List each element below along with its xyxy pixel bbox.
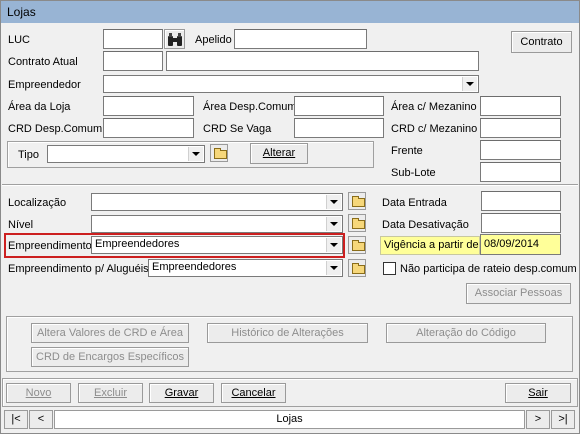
alterar-button[interactable]: Alterar xyxy=(250,143,308,164)
apelido-input[interactable] xyxy=(234,29,367,49)
binoculars-search-button[interactable] xyxy=(164,29,185,49)
first-record-button[interactable]: |< xyxy=(4,410,28,429)
contrato-button[interactable]: Contrato xyxy=(511,31,572,53)
area-desp-comum-input[interactable] xyxy=(294,96,384,116)
tipo-folder-button[interactable] xyxy=(210,144,228,162)
localizacao-select[interactable] xyxy=(91,193,343,211)
data-entrada-input[interactable] xyxy=(481,191,561,211)
historico-button[interactable]: Histórico de Alterações xyxy=(207,323,368,343)
crd-desp-comum-label: CRD Desp.Comum xyxy=(8,123,103,135)
next-record-button[interactable]: > xyxy=(526,410,550,429)
empreendimento-select[interactable]: Empreendedores xyxy=(91,236,343,254)
data-entrada-label: Data Entrada xyxy=(382,197,447,209)
nao-participa-label: Não participa de rateio desp.comum xyxy=(400,263,577,275)
apelido-label: Apelido xyxy=(195,34,232,46)
form-divider xyxy=(2,184,578,186)
contrato-atual-input[interactable] xyxy=(103,51,163,71)
crd-desp-comum-input[interactable] xyxy=(103,118,194,138)
last-icon: >| xyxy=(558,413,568,425)
nivel-label: Nível xyxy=(8,219,34,231)
binoculars-icon xyxy=(168,33,182,46)
data-desativacao-input[interactable] xyxy=(481,213,561,233)
crd-mezanino-input[interactable] xyxy=(480,118,561,138)
area-mezanino-label: Área c/ Mezanino xyxy=(391,101,477,113)
luc-input[interactable] xyxy=(103,29,163,49)
nivel-folder-button[interactable] xyxy=(348,214,366,232)
crd-encargos-button[interactable]: CRD de Encargos Específicos xyxy=(31,347,189,367)
record-navigator[interactable]: Lojas xyxy=(54,410,525,429)
sub-lote-label: Sub-Lote xyxy=(391,167,436,179)
frente-label: Frente xyxy=(391,145,423,157)
contrato-atual-description-input[interactable] xyxy=(166,51,479,71)
next-icon: > xyxy=(534,413,542,425)
vigencia-value: 08/09/2014 xyxy=(484,238,540,250)
navigator-caption: Lojas xyxy=(276,413,303,425)
empreendedor-select[interactable] xyxy=(103,75,479,93)
chevron-down-icon xyxy=(326,195,341,209)
sub-lote-input[interactable] xyxy=(480,162,561,182)
excluir-label: Excluir xyxy=(93,387,127,399)
area-loja-label: Área da Loja xyxy=(8,101,71,113)
contrato-atual-label: Contrato Atual xyxy=(8,56,78,68)
title-bar: Lojas xyxy=(1,1,579,23)
altera-valores-button[interactable]: Altera Valores de CRD e Área xyxy=(31,323,189,343)
nivel-select[interactable] xyxy=(91,215,343,233)
luc-label: LUC xyxy=(8,34,31,46)
area-loja-input[interactable] xyxy=(103,96,194,116)
alteracao-codigo-button[interactable]: Alteração do Código xyxy=(386,323,546,343)
cancelar-label: Cancelar xyxy=(231,387,276,399)
cancelar-button[interactable]: Cancelar xyxy=(221,383,286,403)
last-record-button[interactable]: >| xyxy=(551,410,575,429)
area-desp-comum-label: Área Desp.Comum xyxy=(203,101,297,113)
chevron-down-icon xyxy=(326,261,341,275)
first-icon: |< xyxy=(11,413,21,425)
empreendimento-label: Empreendimento xyxy=(8,240,92,252)
empreendimento-folder-button[interactable] xyxy=(348,236,366,254)
emp-alugueis-label: Empreendimento p/ Aluguéis xyxy=(8,263,149,275)
chevron-down-icon xyxy=(326,238,341,252)
novo-button[interactable]: Novo xyxy=(6,383,71,403)
sair-label: Sair xyxy=(528,387,548,399)
sair-button[interactable]: Sair xyxy=(505,383,571,403)
empreendimento-value: Empreendedores xyxy=(95,238,180,250)
chevron-down-icon xyxy=(326,217,341,231)
localizacao-folder-button[interactable] xyxy=(348,192,366,210)
vigencia-label-box: Vigência a partir de xyxy=(380,236,480,255)
frente-input[interactable] xyxy=(480,140,561,160)
data-desativacao-label: Data Desativação xyxy=(382,219,469,231)
prev-icon: < xyxy=(37,413,45,425)
crd-se-vaga-input[interactable] xyxy=(294,118,384,138)
chevron-down-icon xyxy=(462,77,477,91)
vigencia-label: Vigência a partir de xyxy=(384,239,479,251)
emp-alugueis-value: Empreendedores xyxy=(152,261,237,273)
crd-mezanino-label: CRD c/ Mezanino xyxy=(391,123,478,135)
crd-se-vaga-label: CRD Se Vaga xyxy=(203,123,272,135)
area-mezanino-input[interactable] xyxy=(480,96,561,116)
tipo-select[interactable] xyxy=(47,145,205,163)
alterar-label: Alterar xyxy=(262,147,296,159)
associar-pessoas-button[interactable]: Associar Pessoas xyxy=(466,283,571,304)
emp-alugueis-select[interactable]: Empreendedores xyxy=(148,259,343,277)
nao-participa-checkbox[interactable] xyxy=(383,262,396,275)
emp-alugueis-folder-button[interactable] xyxy=(348,259,366,277)
vigencia-date-input[interactable]: 08/09/2014 xyxy=(480,234,561,255)
window-title: Lojas xyxy=(7,5,36,19)
novo-label: Novo xyxy=(25,387,52,399)
excluir-button[interactable]: Excluir xyxy=(78,383,143,403)
empreendedor-label: Empreendedor xyxy=(8,79,81,91)
gravar-label: Gravar xyxy=(164,387,199,399)
prev-record-button[interactable]: < xyxy=(29,410,53,429)
chevron-down-icon xyxy=(188,147,203,161)
gravar-button[interactable]: Gravar xyxy=(149,383,214,403)
tipo-label: Tipo xyxy=(18,149,39,161)
localizacao-label: Localização xyxy=(8,197,67,209)
